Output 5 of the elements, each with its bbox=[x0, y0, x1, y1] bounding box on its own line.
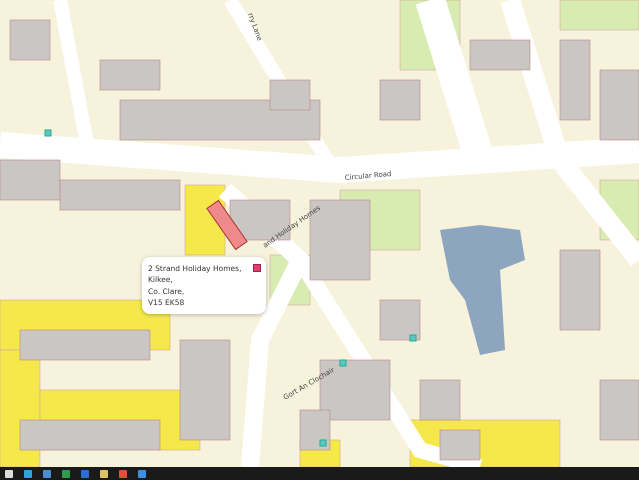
app-icon[interactable] bbox=[62, 470, 70, 478]
app-icon[interactable] bbox=[138, 470, 146, 478]
app-icon[interactable] bbox=[24, 470, 32, 478]
app-icon[interactable] bbox=[43, 470, 51, 478]
app-icon[interactable] bbox=[81, 470, 89, 478]
